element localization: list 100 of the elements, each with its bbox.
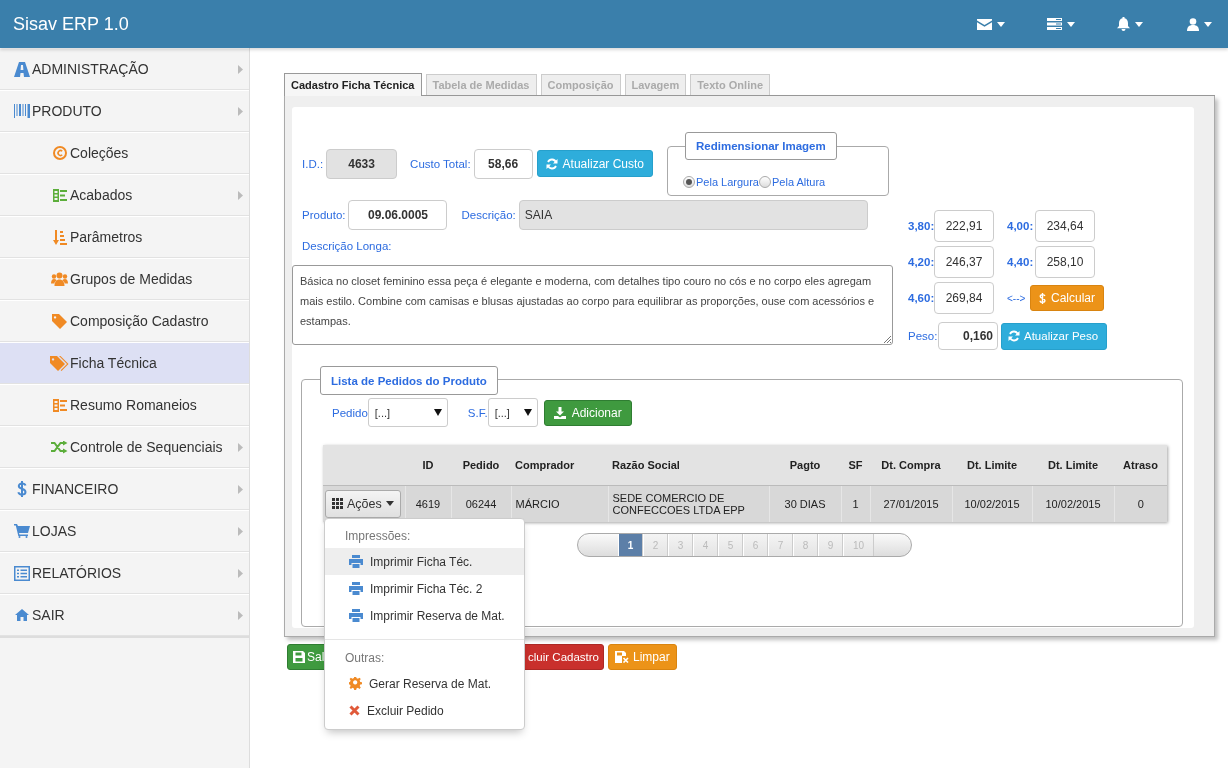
menu-item[interactable]: Excluir Pedido: [325, 697, 524, 724]
menu-item[interactable]: Imprimir Reserva de Mat.: [325, 602, 524, 629]
menu-item[interactable]: Gerar Reserva de Mat.: [325, 670, 524, 697]
user-icon: [1187, 17, 1199, 31]
column-header: ID: [405, 445, 451, 485]
page-button[interactable]: 1: [618, 534, 643, 556]
radio-button[interactable]: [759, 175, 771, 188]
text-field[interactable]: 58,66: [473, 148, 533, 179]
table-cell: 0: [1114, 485, 1167, 522]
table-cell: 10/02/2015: [952, 485, 1032, 522]
sidebar-item[interactable]: Coleções: [0, 132, 249, 174]
menu-item[interactable]: Imprimir Ficha Téc.: [325, 548, 524, 575]
sidebar-item[interactable]: PRODUTO: [0, 90, 249, 132]
size-label: 4,20:: [907, 256, 934, 268]
list-icon: [13, 565, 30, 581]
home-icon: [14, 609, 29, 621]
size-label: 3,80:: [907, 220, 934, 232]
printer-icon: [349, 555, 363, 568]
sidebar-item[interactable]: ADMINISTRAÇÃO: [0, 48, 249, 90]
group-legend: Redimensionar Imagem: [685, 132, 837, 160]
field-label: Custo Total:: [410, 157, 471, 170]
sidebar-item[interactable]: LOJAS: [0, 510, 249, 552]
actions-button[interactable]: Ações: [325, 489, 401, 518]
dollar-icon: [16, 481, 27, 497]
filter-label: S.F.: [467, 406, 488, 419]
swap-label: <-->: [1006, 292, 1027, 304]
select-field[interactable]: [...]: [487, 398, 538, 427]
caret-icon: [1204, 21, 1212, 27]
sidebar-item[interactable]: Parâmetros: [0, 216, 249, 258]
text-field[interactable]: SAIA: [518, 200, 868, 230]
filter-label: Pedido: [332, 406, 368, 419]
sidebar-item[interactable]: FINANCEIRO: [0, 468, 249, 510]
clear-icon: [615, 651, 629, 663]
refresh-icon: [1008, 330, 1020, 342]
column-header: Dt. Limite: [1032, 445, 1114, 485]
caret-icon: [433, 409, 442, 416]
column-header: Atraso: [1114, 445, 1167, 485]
sidebar-item[interactable]: Ficha Técnica: [0, 342, 249, 384]
column-header: Pedido: [451, 445, 511, 485]
caret-icon: [1067, 21, 1075, 27]
add-button[interactable]: Adicionar: [543, 399, 632, 426]
text-area[interactable]: Básica no closet feminino essa peça é elegante e moderna, com detalhes tipo couro no cós e no corpo eles agregam mais estilo. Combine com camisas e blusas ajustadas ao corpo para equilibrar as proporções, ouse com acessórios e estampas.: [292, 265, 893, 345]
server-icon: [1047, 18, 1062, 30]
tags-icon: [50, 355, 69, 371]
radio-label: Pela Largura: [696, 175, 759, 188]
download-icon: [553, 406, 566, 419]
gear-icon: [349, 677, 362, 690]
size-field[interactable]: 269,84: [934, 282, 994, 314]
cart-icon: [13, 524, 30, 538]
sidebar-item[interactable]: Acabados: [0, 174, 249, 216]
column-header: Pagto: [769, 445, 841, 485]
menu-header: Impressões:: [344, 528, 412, 545]
field-label: Descrição:: [461, 209, 516, 221]
refresh-icon: [545, 157, 558, 170]
radio-button[interactable]: [683, 175, 695, 188]
caret-icon: [997, 21, 1005, 27]
copyright-icon: [52, 146, 67, 160]
size-field[interactable]: 258,10: [1035, 246, 1095, 278]
menu-item[interactable]: Imprimir Ficha Téc. 2: [325, 575, 524, 602]
text-field[interactable]: 4633: [326, 148, 398, 179]
size-label: 4,40:: [1006, 256, 1035, 268]
field-label: Produto:: [302, 209, 346, 221]
tab[interactable]: Cadastro Ficha Técnica: [284, 73, 422, 96]
size-label: 4,60:: [907, 292, 934, 304]
dollar-icon: [1039, 291, 1046, 305]
close-icon: [349, 705, 360, 716]
list-icon: [52, 188, 67, 202]
sidebar-item[interactable]: SAIR: [0, 594, 249, 636]
column-header: Razão Social: [608, 445, 769, 485]
table-cell: SEDE COMERCIO DE CONFECCOES LTDA EPP: [608, 485, 769, 522]
table-cell: 1: [841, 485, 870, 522]
group-legend: Lista de Pedidos do Produto: [320, 366, 498, 395]
size-field[interactable]: 246,37: [934, 246, 994, 278]
column-header: Comprador: [511, 445, 608, 485]
caret-icon: [385, 501, 394, 507]
size-label: 4,00:: [1006, 220, 1035, 232]
size-field[interactable]: 234,64: [1035, 210, 1095, 242]
notifications-menu-button[interactable]: [1117, 17, 1145, 31]
table-cell: MÁRCIO: [511, 485, 608, 522]
text-field[interactable]: 09.06.0005: [348, 200, 448, 230]
list-icon: [52, 398, 67, 412]
user-menu-button[interactable]: [1187, 17, 1215, 31]
sidebar-item[interactable]: Resumo Romaneios: [0, 384, 249, 426]
sort-icon: [52, 229, 67, 245]
sidebar-item[interactable]: Grupos de Medidas: [0, 258, 249, 300]
sidebar-item[interactable]: Controle de Sequenciais: [0, 426, 249, 468]
text-field[interactable]: 0,160: [938, 322, 998, 350]
caret-icon: [523, 409, 532, 416]
table-cell: 10/02/2015: [1032, 485, 1114, 522]
table-cell: 30 DIAS: [769, 485, 841, 522]
bell-icon: [1117, 17, 1130, 31]
app-title: Sisav ERP 1.0: [13, 13, 130, 35]
field-label: Peso:: [907, 330, 938, 342]
select-field[interactable]: [...]: [367, 398, 448, 427]
users-icon: [51, 272, 68, 286]
size-field[interactable]: 222,91: [934, 210, 994, 242]
mail-menu-button[interactable]: [977, 18, 1005, 30]
table-cell: 27/01/2015: [870, 485, 952, 522]
sidebar-item[interactable]: RELATÓRIOS: [0, 552, 249, 594]
tasks-menu-button[interactable]: [1047, 18, 1075, 30]
